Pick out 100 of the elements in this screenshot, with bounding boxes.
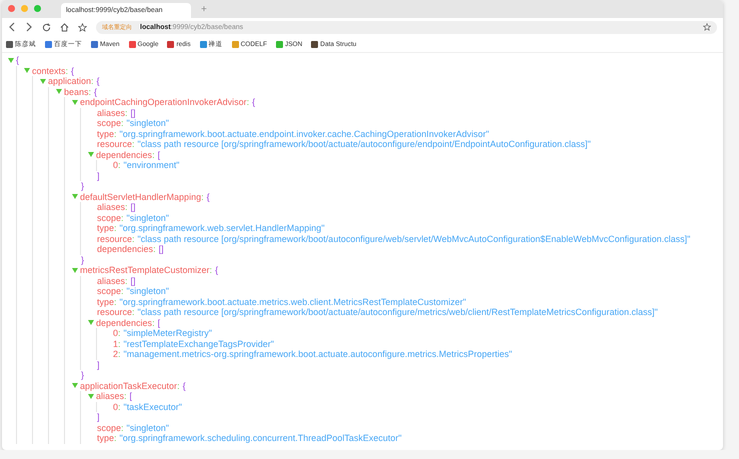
string-value: "org.springframework.scheduling.concurrent.ThreadPoolTaskExecutor" bbox=[120, 433, 402, 444]
json-key: resource bbox=[97, 234, 132, 244]
home-icon[interactable] bbox=[60, 22, 69, 32]
json-key: metricsRestTemplateCustomizer bbox=[80, 265, 210, 276]
open-bracket: [ bbox=[158, 318, 160, 328]
colon: : bbox=[177, 380, 180, 391]
reload-icon[interactable] bbox=[42, 22, 51, 32]
colon: : bbox=[125, 202, 128, 212]
colon: : bbox=[118, 160, 121, 170]
colon: : bbox=[88, 86, 92, 97]
json-key: scope bbox=[97, 118, 122, 128]
colon: : bbox=[132, 307, 135, 318]
string-value: "singleton" bbox=[126, 422, 169, 433]
colon: : bbox=[132, 139, 135, 150]
close-bracket: } bbox=[81, 181, 84, 191]
expand-toggle-icon[interactable] bbox=[72, 100, 78, 105]
close-button[interactable] bbox=[8, 5, 15, 12]
expand-toggle-icon[interactable] bbox=[24, 68, 30, 74]
string-value: "class path resource [org/springframework/boot/actuate/autoconfigure/endpoint/EndpointAutoConfiguration.class]" bbox=[138, 139, 591, 150]
open-bracket: { bbox=[206, 192, 210, 202]
minimize-button[interactable] bbox=[21, 5, 28, 12]
json-key: scope bbox=[97, 422, 122, 433]
colon: : bbox=[114, 128, 117, 139]
expand-toggle-icon[interactable] bbox=[88, 152, 94, 158]
empty-array: [] bbox=[130, 276, 136, 286]
open-bracket: [ bbox=[158, 150, 160, 160]
colon: : bbox=[91, 76, 94, 86]
colon: : bbox=[114, 433, 117, 444]
colon: : bbox=[121, 118, 124, 128]
json-key: applicationTaskExecutor bbox=[80, 380, 178, 391]
json-key: scope bbox=[97, 286, 122, 296]
back-icon[interactable] bbox=[8, 22, 16, 32]
open-bracket: { bbox=[71, 66, 74, 76]
expand-toggle-icon[interactable] bbox=[72, 268, 78, 273]
open-bracket: { bbox=[96, 76, 100, 86]
open-bracket: { bbox=[16, 55, 20, 66]
string-value: "class path resource [org/springframework/boot/autoconfigure/web/servlet/WebMvcAutoConfiguration$EnableWebMvcConfiguration.class]" bbox=[138, 234, 690, 244]
favicon-icon bbox=[91, 40, 98, 48]
string-value: "singleton" bbox=[126, 286, 169, 296]
colon: : bbox=[121, 422, 124, 433]
json-key: dependencies bbox=[96, 318, 152, 328]
bookmark-star-icon[interactable] bbox=[703, 23, 711, 31]
colon: : bbox=[114, 296, 117, 307]
expand-toggle-icon[interactable] bbox=[72, 194, 78, 200]
open-bracket: [ bbox=[130, 391, 132, 402]
string-value: "simpleMeterRegistry" bbox=[124, 328, 212, 338]
expand-toggle-icon[interactable] bbox=[88, 394, 94, 399]
string-value: "singleton" bbox=[126, 118, 169, 128]
colon: : bbox=[118, 328, 121, 338]
colon: : bbox=[125, 276, 128, 286]
colon: : bbox=[152, 318, 155, 328]
colon: : bbox=[132, 234, 135, 244]
colon: : bbox=[124, 391, 127, 402]
colon: : bbox=[246, 97, 250, 108]
json-key: type bbox=[97, 128, 114, 139]
open-bracket: { bbox=[215, 265, 218, 276]
expand-toggle-icon[interactable] bbox=[40, 78, 46, 84]
favicon-icon bbox=[200, 40, 207, 48]
open-bracket: { bbox=[94, 86, 98, 97]
json-key: aliases bbox=[97, 108, 126, 118]
colon: : bbox=[152, 150, 155, 160]
expand-toggle-icon[interactable] bbox=[88, 320, 94, 326]
expand-toggle-icon[interactable] bbox=[8, 58, 14, 63]
close-bracket: } bbox=[81, 370, 84, 380]
json-key: contexts bbox=[32, 66, 66, 76]
json-key: aliases bbox=[96, 391, 124, 402]
expand-toggle-icon[interactable] bbox=[56, 89, 62, 94]
json-key: scope bbox=[97, 212, 122, 223]
json-key: endpointCachingOperationInvokerAdvisor bbox=[80, 97, 247, 108]
colon: : bbox=[121, 212, 124, 223]
string-value: "class path resource [org/springframework/boot/actuate/autoconfigure/metrics/web/client/RestTemplateMetricsConfiguration.class]" bbox=[138, 307, 658, 318]
colon: : bbox=[125, 108, 128, 118]
json-key: 0 bbox=[113, 160, 118, 170]
string-value: "restTemplateExchangeTagsProvider" bbox=[124, 338, 274, 349]
json-key: resource bbox=[97, 139, 132, 150]
favicon-icon bbox=[167, 40, 174, 48]
empty-array: [] bbox=[130, 202, 136, 212]
favicon-icon bbox=[128, 40, 136, 48]
string-value: "org.springframework.boot.actuate.metrics.web.client.MetricsRestTemplateCustomizer" bbox=[120, 296, 466, 307]
colon: : bbox=[121, 286, 124, 296]
json-key: resource bbox=[97, 307, 132, 318]
favicon-icon bbox=[311, 40, 318, 48]
forward-icon[interactable] bbox=[25, 22, 33, 32]
string-value: "taskExecutor" bbox=[124, 402, 182, 412]
maximize-button[interactable] bbox=[34, 5, 41, 12]
expand-toggle-icon[interactable] bbox=[72, 383, 78, 388]
string-value: "singleton" bbox=[126, 212, 169, 223]
json-key: defaultServletHandlerMapping bbox=[80, 192, 202, 202]
colon: : bbox=[210, 265, 212, 276]
string-value: "environment" bbox=[124, 160, 180, 170]
favicon-icon bbox=[45, 40, 52, 48]
colon: : bbox=[118, 349, 121, 360]
json-key: dependencies bbox=[97, 244, 154, 254]
json-key: 1 bbox=[113, 338, 118, 349]
json-key: beans bbox=[64, 86, 89, 97]
string-value: "org.springframework.web.servlet.HandlerMapping" bbox=[120, 223, 325, 234]
colon: : bbox=[153, 244, 156, 254]
star-icon[interactable] bbox=[78, 22, 87, 32]
open-bracket: { bbox=[182, 380, 186, 391]
colon: : bbox=[201, 192, 204, 202]
